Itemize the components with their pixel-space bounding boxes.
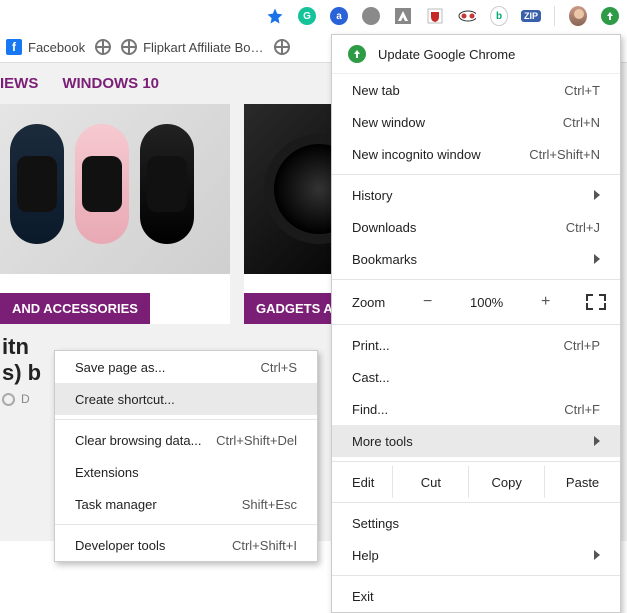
edit-cut[interactable]: Cut — [392, 466, 468, 498]
extensions-toolbar: G a b ZIP — [0, 0, 627, 32]
bookmark-facebook[interactable]: f Facebook — [6, 39, 85, 55]
menu-new-window[interactable]: New windowCtrl+N — [332, 106, 620, 138]
bookmark-label: Facebook — [28, 40, 85, 55]
star-icon[interactable] — [266, 7, 284, 25]
menu-print[interactable]: Print...Ctrl+P — [332, 329, 620, 361]
product-card-wearables[interactable]: AND ACCESSORIES — [0, 104, 230, 324]
amazon-icon[interactable]: a — [330, 7, 348, 25]
menu-downloads[interactable]: DownloadsCtrl+J — [332, 211, 620, 243]
submenu-arrow-icon — [594, 254, 600, 264]
mcafee-icon[interactable] — [426, 7, 444, 25]
category-ribbon: AND ACCESSORIES — [0, 293, 150, 324]
submenu-arrow-icon — [594, 436, 600, 446]
bing-icon[interactable]: b — [490, 7, 508, 25]
edit-copy[interactable]: Copy — [468, 466, 544, 498]
bookmark-flipkart[interactable]: Flipkart Affiliate Bo… — [121, 39, 263, 55]
nav-tab-reviews[interactable]: IEWS — [0, 75, 38, 92]
globe-icon — [121, 39, 137, 55]
submenu-save-page[interactable]: Save page as...Ctrl+S — [55, 351, 317, 383]
toolbar-divider — [554, 6, 555, 26]
menu-settings[interactable]: Settings — [332, 507, 620, 539]
profile-avatar[interactable] — [569, 7, 587, 25]
edit-paste[interactable]: Paste — [544, 466, 620, 498]
submenu-arrow-icon — [594, 550, 600, 560]
bookmark-generic-2[interactable] — [274, 39, 290, 55]
grammarly-icon[interactable]: G — [298, 7, 316, 25]
facebook-icon: f — [6, 39, 22, 55]
menu-edit-row: Edit Cut Copy Paste — [332, 466, 620, 498]
menu-new-tab[interactable]: New tabCtrl+T — [332, 74, 620, 106]
submenu-clear-data[interactable]: Clear browsing data...Ctrl+Shift+Del — [55, 424, 317, 456]
update-arrow-icon — [348, 45, 366, 63]
clock-icon — [2, 393, 15, 406]
submenu-create-shortcut[interactable]: Create shortcut... — [55, 383, 317, 415]
menu-cast[interactable]: Cast... — [332, 361, 620, 393]
zoom-label: Zoom — [352, 295, 385, 310]
bookmark-label: Flipkart Affiliate Bo… — [143, 40, 263, 55]
zoom-out-button[interactable]: − — [416, 293, 440, 311]
submenu-developer-tools[interactable]: Developer toolsCtrl+Shift+I — [55, 529, 317, 561]
menu-exit[interactable]: Exit — [332, 580, 620, 612]
mask-icon[interactable] — [458, 7, 476, 25]
submenu-arrow-icon — [594, 190, 600, 200]
globe-icon — [274, 39, 290, 55]
globe-icon — [95, 39, 111, 55]
zoom-value: 100% — [470, 295, 503, 310]
zip-icon[interactable]: ZIP — [522, 7, 540, 25]
bookmark-generic-1[interactable] — [95, 39, 111, 55]
chrome-main-menu: Update Google Chrome New tabCtrl+T New w… — [331, 34, 621, 613]
menu-zoom: Zoom − 100% + — [332, 284, 620, 320]
nav-tab-windows10[interactable]: WINDOWS 10 — [62, 75, 159, 92]
more-tools-submenu: Save page as...Ctrl+S Create shortcut...… — [54, 350, 318, 562]
submenu-task-manager[interactable]: Task managerShift+Esc — [55, 488, 317, 520]
article-date: D — [21, 392, 30, 406]
menu-label: Update Google Chrome — [378, 47, 515, 62]
menu-more-tools[interactable]: More tools — [332, 425, 620, 457]
edit-label: Edit — [332, 475, 392, 490]
menu-incognito[interactable]: New incognito windowCtrl+Shift+N — [332, 138, 620, 170]
adobe-icon[interactable] — [394, 7, 412, 25]
zoom-in-button[interactable]: + — [534, 293, 558, 311]
menu-find[interactable]: Find...Ctrl+F — [332, 393, 620, 425]
submenu-extensions[interactable]: Extensions — [55, 456, 317, 488]
menu-history[interactable]: History — [332, 179, 620, 211]
update-available-icon[interactable] — [601, 7, 619, 25]
menu-update-chrome[interactable]: Update Google Chrome — [332, 35, 620, 74]
menu-bookmarks[interactable]: Bookmarks — [332, 243, 620, 275]
category-ribbon: GADGETS A — [244, 293, 345, 324]
grey-extension-icon[interactable] — [362, 7, 380, 25]
menu-help[interactable]: Help — [332, 539, 620, 571]
fullscreen-icon[interactable] — [588, 296, 604, 308]
